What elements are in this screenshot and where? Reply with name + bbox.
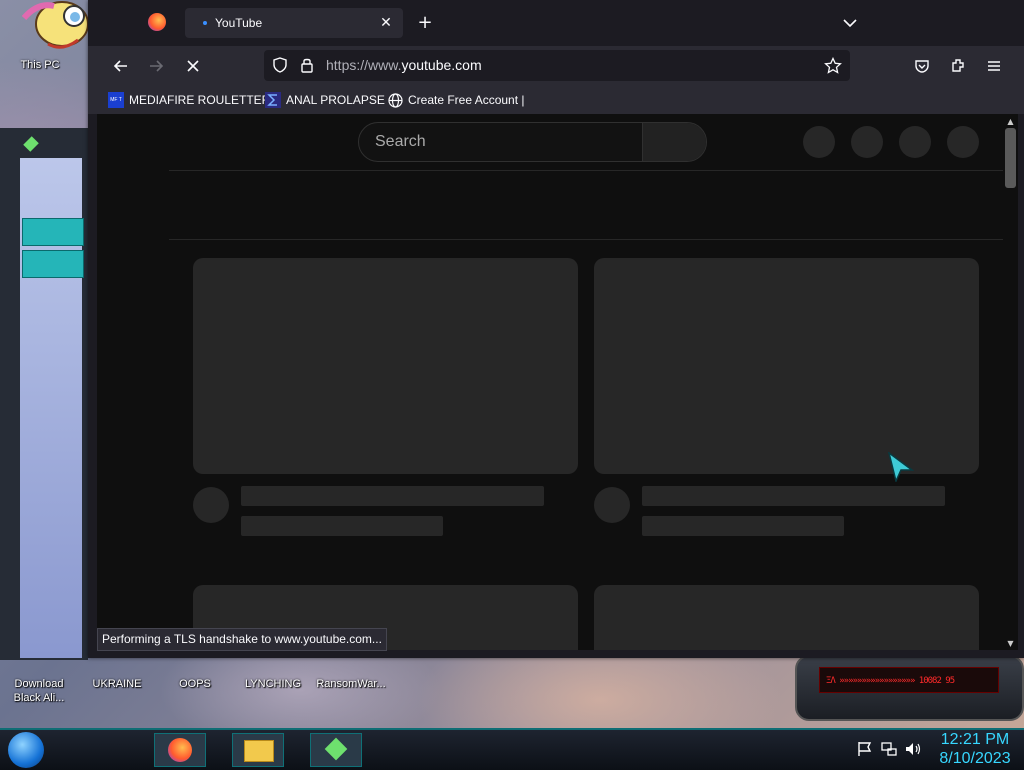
header-divider (169, 170, 1003, 171)
taskbar: 12:21 PM 8/10/2023 (0, 728, 1024, 770)
desktop-icon-this-pc[interactable]: This PC (18, 0, 89, 72)
close-icon[interactable]: ✕ (375, 15, 397, 31)
bookmark-anal-prolapse[interactable]: ANAL PROLAPSE (265, 91, 385, 109)
bookmark-mediafire[interactable]: MF T MEDIAFIRE ROULETTER (108, 91, 270, 109)
network-icon[interactable] (880, 740, 898, 758)
firefox-icon (168, 738, 192, 762)
mediafire-icon: MF T (108, 92, 124, 108)
header-icon-placeholder[interactable] (803, 126, 835, 158)
search-input[interactable] (359, 123, 642, 161)
video-thumbnail-placeholder[interactable] (193, 258, 578, 474)
firefox-icon[interactable] (148, 13, 166, 31)
volume-icon[interactable] (904, 740, 922, 758)
frame-bar (22, 250, 84, 278)
back-button[interactable] (109, 54, 133, 78)
stop-icon (187, 60, 199, 72)
tab-loading-dot (203, 21, 207, 25)
scroll-thumb[interactable] (1005, 128, 1016, 188)
taskbar-app[interactable] (310, 733, 362, 767)
bookmark-create-account[interactable]: Create Free Account | (387, 91, 525, 109)
cartoon-character-icon (21, 1, 89, 49)
shield-icon[interactable] (272, 57, 288, 73)
start-orb-icon[interactable] (8, 732, 44, 768)
frame-bar (22, 218, 84, 246)
globe-icon (387, 92, 403, 108)
bookmark-label: MEDIAFIRE ROULETTER (129, 93, 271, 107)
search-button[interactable] (642, 123, 706, 161)
channel-avatar-placeholder (594, 487, 630, 523)
title-placeholder (642, 486, 945, 506)
pocket-icon[interactable] (914, 58, 930, 74)
title-placeholder (241, 486, 544, 506)
system-monitor-widget: ΞΛ »»»»»»»»»»»»»»»»» 10082 95 (795, 655, 1024, 721)
forward-button[interactable] (144, 54, 168, 78)
tab-youtube[interactable]: YouTube ✕ (185, 8, 403, 38)
video-thumbnail-placeholder[interactable] (594, 585, 979, 650)
lock-icon[interactable] (300, 57, 314, 73)
page-scrollbar[interactable]: ▲ ▼ (1003, 114, 1018, 650)
star-icon[interactable] (824, 57, 842, 75)
stop-button[interactable] (181, 54, 205, 78)
clock-time: 12:21 PM (940, 731, 1010, 748)
sigma-icon (265, 92, 281, 108)
arrow-right-icon (150, 60, 164, 72)
clock-date: 8/10/2023 (939, 750, 1011, 767)
header-icon-placeholder[interactable] (947, 126, 979, 158)
extensions-icon[interactable] (950, 57, 967, 74)
new-tab-button[interactable]: + (414, 13, 436, 33)
scroll-up-arrow[interactable]: ▲ (1003, 114, 1018, 128)
green-gem-icon (324, 737, 348, 761)
bookmark-label: ANAL PROLAPSE (286, 93, 385, 107)
url-bar[interactable]: https://www.youtube.com (264, 50, 850, 81)
desktop-icon-download[interactable]: Download Black Ali... (8, 677, 70, 705)
tab-title: YouTube (215, 16, 263, 30)
taskbar-clock[interactable]: 12:21 PM 8/10/2023 (930, 730, 1020, 768)
background-window-frame (0, 128, 88, 660)
mouse-cursor-icon (888, 452, 914, 482)
chips-divider (169, 239, 1003, 240)
meta-placeholder (642, 516, 844, 536)
desktop-icon-lynching[interactable]: LYNCHING (242, 677, 304, 691)
navigation-toolbar: https://www.youtube.com (88, 46, 1024, 86)
desktop-icon-ukraine[interactable]: UKRAINE (86, 677, 148, 691)
header-icon-placeholder[interactable] (899, 126, 931, 158)
desktop-icon-ransomware[interactable]: RansomWar... (314, 677, 388, 691)
menu-icon[interactable] (986, 58, 1002, 74)
youtube-search-box (358, 122, 707, 162)
channel-avatar-placeholder (193, 487, 229, 523)
scroll-down-arrow[interactable]: ▼ (1003, 636, 1018, 650)
arrow-left-icon (113, 60, 127, 72)
flag-icon[interactable] (856, 740, 874, 758)
url-domain: youtube.com (401, 57, 482, 73)
taskbar-explorer[interactable] (232, 733, 284, 767)
tab-strip: YouTube ✕ + (88, 0, 1024, 46)
green-gem-icon (23, 136, 39, 152)
bookmarks-toolbar: MF T MEDIAFIRE ROULETTER ANAL PROLAPSE C… (88, 86, 1024, 114)
status-bar: Performing a TLS handshake to www.youtub… (97, 628, 387, 651)
header-icon-placeholder[interactable] (851, 126, 883, 158)
bookmark-label: Create Free Account | (408, 93, 525, 107)
taskbar-firefox[interactable] (154, 733, 206, 767)
widget-screen: ΞΛ »»»»»»»»»»»»»»»»» 10082 95 (819, 667, 999, 693)
browser-window: YouTube ✕ + https://www.youtube.com MF T (88, 0, 1024, 658)
url-prefix: https://www. (326, 57, 402, 73)
chevron-down-icon[interactable] (840, 13, 860, 33)
video-thumbnail-placeholder[interactable] (594, 258, 979, 474)
desktop-icon-oops[interactable]: OOPS (164, 677, 226, 691)
meta-placeholder (241, 516, 443, 536)
desktop-icon-label: This PC (20, 59, 60, 71)
youtube-page (97, 114, 1003, 650)
folder-icon (244, 740, 274, 762)
url-text[interactable]: https://www.youtube.com (326, 57, 482, 73)
